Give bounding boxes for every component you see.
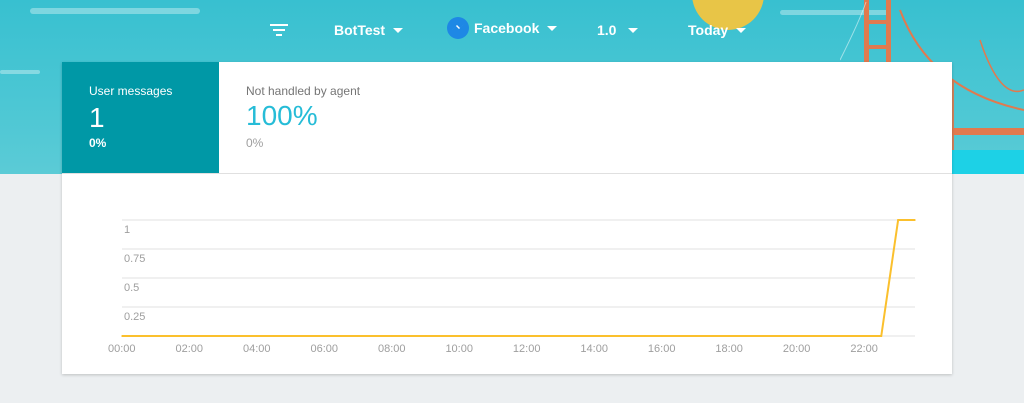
x-tick-label: 20:00 <box>783 343 811 355</box>
agent-name: BotTest <box>334 22 386 38</box>
x-tick-label: 06:00 <box>310 343 338 355</box>
kpi-value: 1 <box>89 102 105 133</box>
data-point <box>593 335 596 337</box>
period-label: Today <box>688 22 729 38</box>
top-toolbar: BotTest Facebook 1.0 Today <box>0 0 1024 58</box>
filter-icon <box>270 24 288 36</box>
y-tick-label: 0.5 <box>124 282 139 294</box>
analytics-card: User messages 1 0% Not handled by agent … <box>62 62 952 374</box>
period-selector[interactable]: Today <box>688 20 747 40</box>
chevron-down-icon <box>393 28 404 33</box>
data-point <box>256 335 258 337</box>
x-tick-label: 18:00 <box>715 343 743 355</box>
version-label: 1.0 <box>597 22 617 38</box>
data-point <box>289 335 292 337</box>
x-tick-label: 10:00 <box>445 343 473 355</box>
data-point <box>829 335 832 337</box>
data-point <box>897 219 899 221</box>
data-point <box>492 335 494 337</box>
data-point <box>171 335 174 337</box>
data-point <box>576 335 579 337</box>
data-point <box>441 335 444 337</box>
x-tick-label: 16:00 <box>648 343 676 355</box>
kpi-percent: 0% <box>89 136 107 150</box>
kpi-label: User messages <box>89 84 173 98</box>
data-point <box>779 335 781 337</box>
messenger-icon <box>447 17 469 39</box>
x-tick-label: 22:00 <box>850 343 878 355</box>
data-point <box>559 335 562 337</box>
data-point <box>694 335 697 337</box>
data-point <box>357 335 360 337</box>
data-point <box>391 335 393 337</box>
data-point <box>205 335 208 337</box>
data-point <box>812 335 815 337</box>
data-point <box>273 335 275 337</box>
data-point <box>340 335 343 337</box>
data-point <box>138 335 140 337</box>
data-point <box>526 335 528 337</box>
x-tick-label: 04:00 <box>243 343 271 355</box>
platform-name: Facebook <box>474 20 540 36</box>
data-point <box>323 335 326 337</box>
data-point <box>424 335 427 337</box>
data-point <box>222 335 225 337</box>
data-point <box>154 335 157 337</box>
x-tick-label: 08:00 <box>378 343 406 355</box>
data-point <box>762 335 764 337</box>
x-tick-label: 00:00 <box>108 343 136 355</box>
data-point <box>610 335 613 337</box>
data-point <box>121 335 123 337</box>
version-selector[interactable]: 1.0 <box>597 20 639 40</box>
data-point <box>846 335 849 337</box>
y-tick-label: 0.75 <box>124 253 145 265</box>
chevron-down-icon <box>736 28 747 33</box>
data-point <box>475 335 478 337</box>
cloud <box>0 70 40 74</box>
data-point <box>543 335 545 337</box>
data-point <box>239 335 241 337</box>
platform-selector[interactable]: Facebook <box>447 17 558 39</box>
data-point <box>644 335 646 337</box>
chevron-down-icon <box>628 28 639 33</box>
data-point <box>374 335 376 337</box>
data-point <box>408 335 410 337</box>
data-point <box>661 335 663 337</box>
filter-button[interactable] <box>269 20 289 40</box>
x-tick-label: 14:00 <box>580 343 608 355</box>
data-point <box>863 335 866 337</box>
data-point <box>711 335 714 337</box>
data-point <box>306 335 309 337</box>
data-point <box>880 335 883 337</box>
data-point <box>509 335 511 337</box>
data-point <box>745 335 748 337</box>
line-chart: 0.25 0.5 0.75 1 00:00 02:00 04:00 06:00 08:00 10:… <box>108 219 916 355</box>
data-point <box>188 335 191 337</box>
data-point <box>458 335 461 337</box>
y-tick-label: 0.25 <box>124 311 145 323</box>
data-point <box>796 335 798 337</box>
data-point <box>728 335 731 337</box>
data-point <box>914 219 916 221</box>
kpi-percent: 0% <box>246 136 264 150</box>
agent-selector[interactable]: BotTest <box>334 20 404 40</box>
kpi-user-messages[interactable]: User messages 1 0% <box>62 62 219 173</box>
water-illustration <box>952 150 1024 174</box>
data-point <box>677 335 680 337</box>
data-point <box>627 335 629 337</box>
y-tick-label: 1 <box>124 224 130 236</box>
x-tick-label: 12:00 <box>513 343 541 355</box>
x-tick-label: 02:00 <box>175 343 203 355</box>
kpi-value: 100% <box>246 100 318 131</box>
chevron-down-icon <box>547 26 558 31</box>
kpi-label: Not handled by agent <box>246 84 361 98</box>
